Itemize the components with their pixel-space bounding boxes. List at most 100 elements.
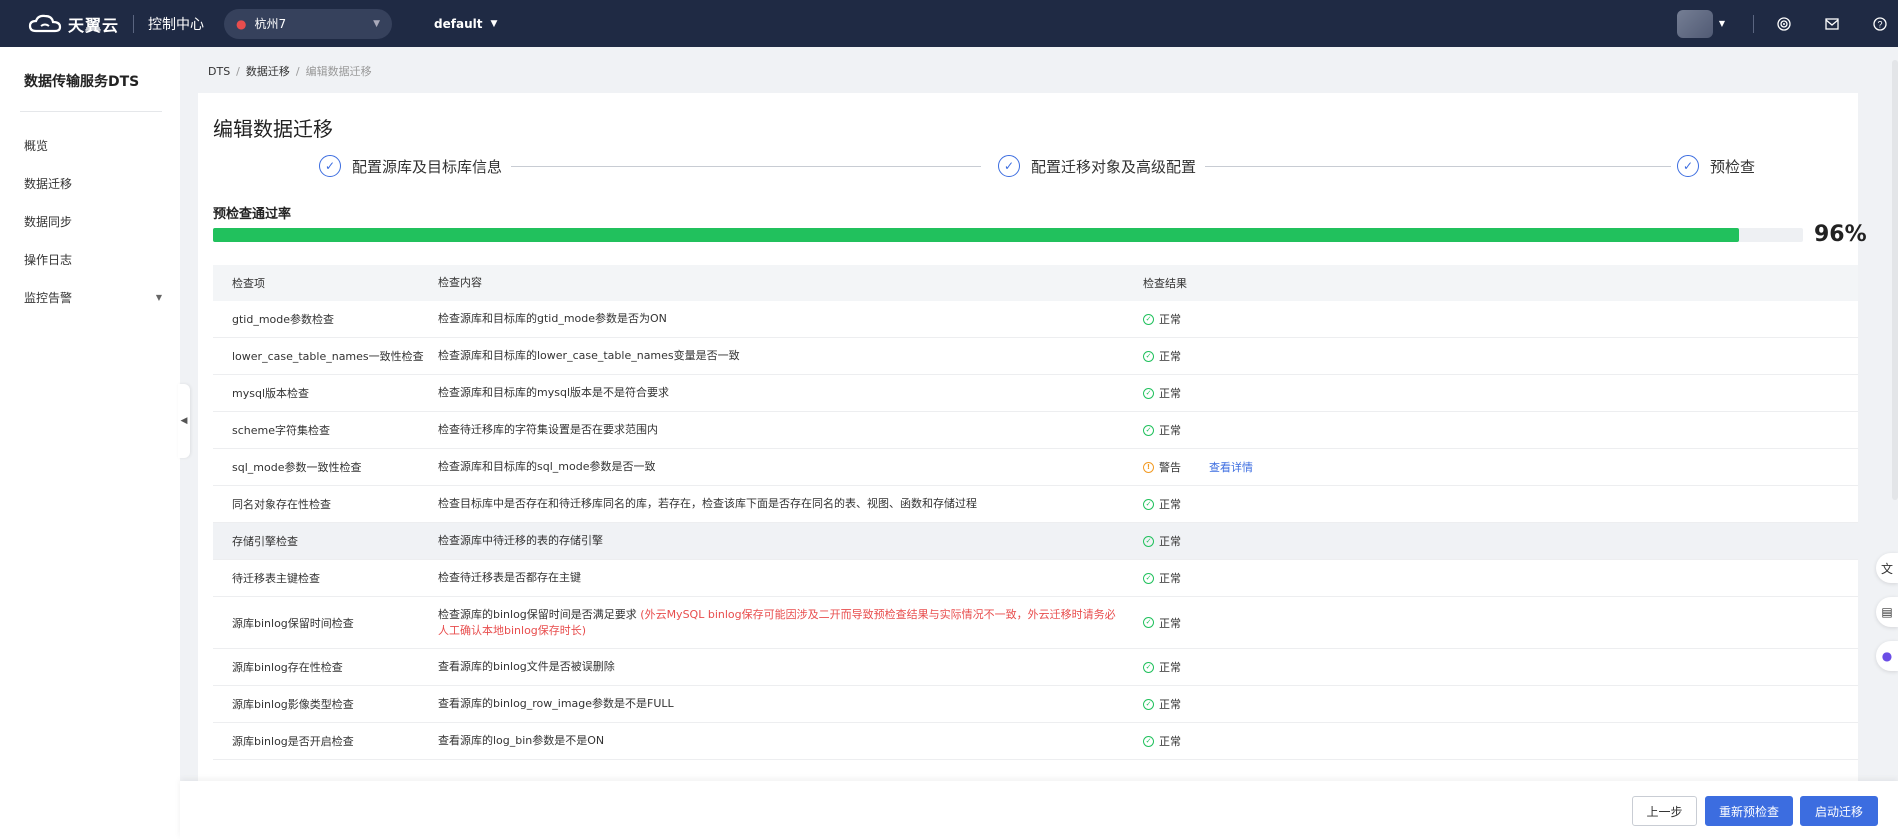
table-row: sql_mode参数一致性检查 检查源库和目标库的sql_mode参数是否一致! 警…: [213, 449, 1858, 486]
step-connector: [511, 166, 981, 167]
table-row: 同名对象存在性检查 检查目标库中是否存在和待迁移库同名的库，若存在，检查该库下面是…: [213, 486, 1858, 523]
table-row: 源库binlog是否开启检查 查看源库的log_bin参数是不是ON ✓ 正常: [213, 723, 1858, 760]
table-row: mysql版本检查 检查源库和目标库的mysql版本是不是符合要求 ✓ 正常: [213, 375, 1858, 412]
book-icon[interactable]: ▤: [1876, 597, 1898, 627]
main-panel: 编辑数据迁移 ✓ 配置源库及目标库信息 ✓ 配置迁移对象及高级配置 ✓ 预检查 …: [198, 93, 1867, 839]
target-icon[interactable]: [1776, 16, 1792, 32]
sidebar-collapse-toggle[interactable]: ◀: [178, 384, 190, 458]
view-details-link[interactable]: 查看详情: [1209, 459, 1253, 475]
result-status: 正常: [1159, 572, 1181, 585]
check-result-cell: ✓ 正常: [1143, 422, 1858, 438]
scrollbar[interactable]: [1892, 60, 1898, 500]
table-row: 存储引擎检查 检查源库中待迁移的表的存储引擎 ✓ 正常: [213, 523, 1858, 560]
check-item: scheme字符集检查: [232, 424, 331, 437]
recheck-button[interactable]: 重新预检查: [1705, 796, 1793, 826]
result-status: 正常: [1159, 661, 1181, 674]
pass-rate-value: 96%: [1814, 222, 1867, 247]
sidebar-item-operation-log[interactable]: 操作日志: [0, 240, 180, 278]
sidebar-item-label: 数据迁移: [24, 176, 73, 191]
step-1: ✓ 配置源库及目标库信息: [319, 155, 502, 177]
table-row: gtid_mode参数检查 检查源库和目标库的gtid_mode参数是否为ON ✓ 正…: [213, 301, 1858, 338]
check-content: 检查源库和目标库的sql_mode参数是否一致: [438, 460, 656, 473]
step-3: ✓ 预检查: [1677, 155, 1755, 177]
check-result-cell: ✓ 正常: [1143, 385, 1858, 401]
column-header: 检查项: [232, 277, 265, 290]
check-content-cell: 检查源库的binlog保留时间是否满足要求 (外云MySQL binlog保存可…: [438, 607, 1143, 639]
check-item: mysql版本检查: [232, 387, 309, 400]
chevron-down-icon: ▼: [373, 18, 381, 29]
check-item: 源库binlog是否开启检查: [232, 735, 354, 748]
check-content: 检查待迁移库的字符集设置是否在要求范围内: [438, 423, 658, 436]
check-content: 检查目标库中是否存在和待迁移库同名的库，若存在，检查该库下面是否存在同名的表、视…: [438, 497, 977, 510]
check-content-cell: 检查源库和目标库的gtid_mode参数是否为ON: [438, 311, 1143, 327]
step-label: 预检查: [1710, 157, 1756, 176]
check-content: 检查源库中待迁移的表的存储引擎: [438, 534, 603, 547]
breadcrumb-separator: /: [236, 65, 240, 78]
project-name: default: [434, 16, 483, 31]
result-status: 正常: [1159, 735, 1181, 748]
sidebar-item-label: 数据同步: [24, 214, 73, 229]
start-migration-button[interactable]: 启动迁移: [1800, 796, 1878, 826]
result-status: 正常: [1159, 424, 1181, 437]
sidebar-item-label: 概览: [24, 138, 49, 153]
check-item: 存储引擎检查: [232, 535, 298, 548]
sidebar-item-overview[interactable]: 概览: [0, 126, 180, 164]
help-icon[interactable]: ?: [1872, 16, 1888, 32]
cloud-logo-icon: [28, 14, 62, 32]
breadcrumb-link-migration[interactable]: 数据迁移: [246, 65, 290, 78]
check-result-cell: ✓ 正常: [1143, 570, 1858, 586]
step-label: 配置源库及目标库信息: [352, 157, 503, 176]
check-content: 检查源库和目标库的lower_case_table_names变量是否一致: [438, 349, 740, 362]
mail-icon[interactable]: [1824, 16, 1840, 32]
check-result-cell: ✓ 正常: [1143, 696, 1858, 712]
check-content-cell: 检查待迁移库的字符集设置是否在要求范围内: [438, 422, 1143, 438]
check-content-cell: 查看源库的binlog_row_image参数是不是FULL: [438, 696, 1143, 712]
check-content: 检查源库和目标库的mysql版本是不是符合要求: [438, 386, 669, 399]
region-selector[interactable]: ● 杭州7 ▼: [224, 8, 393, 39]
check-item: 待迁移表主键检查: [232, 572, 320, 585]
result-status: 正常: [1159, 498, 1181, 511]
check-circle-icon: ✓: [1143, 350, 1154, 362]
table-row: 待迁移表主键检查 检查待迁移表是否都存在主键 ✓ 正常: [213, 560, 1858, 597]
check-circle-icon: ✓: [1143, 387, 1154, 399]
brand-logo[interactable]: 天翼云: [28, 12, 119, 36]
pass-rate-progress: [213, 228, 1803, 242]
chevron-down-icon[interactable]: ▼: [1719, 19, 1725, 28]
check-result-cell: ✓ 正常: [1143, 348, 1858, 364]
assistant-icon[interactable]: ●: [1876, 641, 1898, 671]
step-connector: [1205, 166, 1671, 167]
sidebar-item-monitoring[interactable]: 监控告警 ▼: [0, 278, 180, 316]
translate-icon[interactable]: 文: [1876, 553, 1898, 583]
check-content: 查看源库的log_bin参数是不是ON: [438, 734, 605, 747]
breadcrumb: DTS / 数据迁移 / 编辑数据迁移: [208, 63, 372, 79]
check-icon: ✓: [1677, 155, 1699, 177]
warning-icon: !: [1143, 461, 1154, 473]
progress-fill: [213, 228, 1740, 242]
breadcrumb-current: 编辑数据迁移: [305, 65, 372, 78]
column-header: 检查内容: [438, 276, 482, 289]
check-content-cell: 查看源库的log_bin参数是不是ON: [438, 733, 1143, 749]
result-status: 正常: [1159, 616, 1181, 630]
page-title: 编辑数据迁移: [213, 117, 333, 141]
table-row: scheme字符集检查 检查待迁移库的字符集设置是否在要求范围内 ✓ 正常: [213, 412, 1858, 449]
precheck-table: 检查项 检查内容 检查结果 gtid_mode参数检查 检查源库和目标库的gtid…: [213, 265, 1858, 760]
sidebar-item-data-sync[interactable]: 数据同步: [0, 202, 180, 240]
previous-step-button[interactable]: 上一步: [1632, 796, 1697, 826]
console-link[interactable]: 控制中心: [148, 14, 204, 34]
check-content: 查看源库的binlog_row_image参数是不是FULL: [438, 697, 674, 710]
svg-text:?: ?: [1877, 19, 1882, 29]
service-title: 数据传输服务DTS: [24, 74, 140, 90]
check-circle-icon: ✓: [1143, 572, 1154, 584]
check-content-cell: 检查源库和目标库的sql_mode参数是否一致: [438, 459, 1143, 475]
divider: [133, 14, 135, 33]
top-right-tools: ▼ ?: [1676, 0, 1898, 47]
check-icon: ✓: [998, 155, 1020, 177]
sidebar-item-data-migration[interactable]: 数据迁移: [0, 164, 180, 202]
result-status: 正常: [1159, 313, 1181, 326]
project-selector[interactable]: default ▼: [434, 17, 497, 31]
breadcrumb-link-dts[interactable]: DTS: [208, 65, 230, 78]
avatar[interactable]: [1676, 9, 1713, 38]
table-row: 源库binlog影像类型检查 查看源库的binlog_row_image参数是不是…: [213, 686, 1858, 723]
check-content-cell: 查看源库的binlog文件是否被误删除: [438, 659, 1143, 675]
table-row: lower_case_table_names一致性检查 检查源库和目标库的lowe…: [213, 338, 1858, 375]
